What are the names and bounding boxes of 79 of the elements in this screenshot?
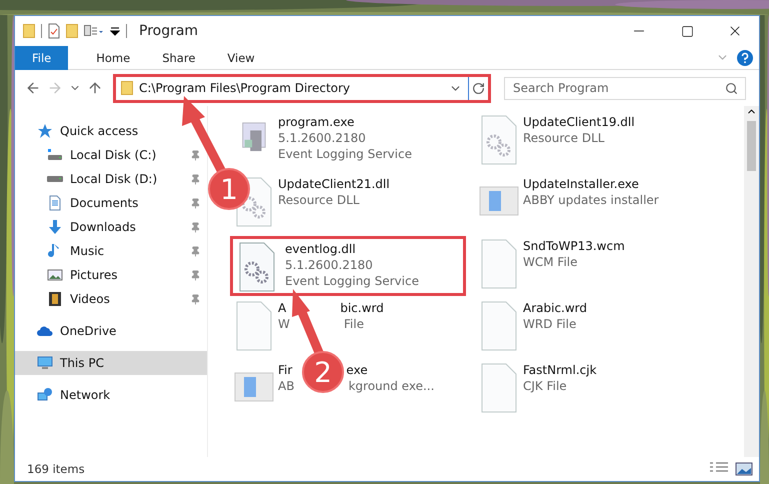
file-detail: Event Logging Service bbox=[278, 146, 412, 162]
address-path: C:\Program Files\Program Directory bbox=[139, 81, 352, 95]
file-detail: Event Logging Service bbox=[285, 273, 419, 289]
file-detail: File bbox=[344, 316, 364, 332]
file-name: SndToWP13.wcm bbox=[523, 238, 625, 254]
drive-icon bbox=[47, 149, 63, 161]
window-title: Program bbox=[139, 23, 198, 39]
folder-icon bbox=[23, 24, 35, 38]
file-name: UpdateClient21.dll bbox=[278, 176, 390, 192]
file-icon bbox=[234, 300, 274, 352]
file-name: program.exe bbox=[278, 114, 356, 130]
file-name: Arabic.wrd bbox=[523, 300, 588, 316]
star-icon bbox=[37, 123, 53, 139]
nav-item[interactable]: Videos bbox=[15, 287, 207, 311]
file-icon bbox=[479, 362, 519, 414]
gears-file-icon bbox=[479, 114, 519, 166]
nav-item[interactable]: Documents bbox=[15, 191, 207, 215]
nav-item[interactable]: Quick access bbox=[15, 119, 144, 143]
thumbnail-view-icon[interactable] bbox=[735, 462, 753, 476]
file-detail: 5.1.2600.2180 bbox=[285, 257, 374, 273]
window-icon bbox=[479, 186, 519, 216]
item-count: 169 items bbox=[27, 462, 85, 476]
file-name: bic.wrd bbox=[340, 300, 384, 316]
file-detail: CJK File bbox=[523, 378, 568, 394]
nav-item[interactable]: Downloads bbox=[15, 215, 207, 239]
file-name: FastNrml.cjk bbox=[523, 362, 597, 378]
scrollbar[interactable] bbox=[744, 106, 759, 457]
scrollbar-thumb[interactable] bbox=[747, 121, 756, 171]
help-icon[interactable] bbox=[737, 50, 753, 66]
file-tab[interactable]: File bbox=[15, 46, 68, 70]
nav-item[interactable]: Pictures bbox=[15, 263, 207, 287]
file-detail: WCM File bbox=[523, 254, 578, 270]
nav-item[interactable]: Local Disk (C:) bbox=[15, 143, 207, 167]
maximize-icon[interactable] bbox=[680, 24, 694, 38]
film-icon bbox=[47, 291, 63, 307]
file-icon bbox=[479, 238, 519, 290]
refresh-icon[interactable] bbox=[472, 82, 485, 94]
file-name: Fir bbox=[278, 362, 292, 378]
file-name: eventlog.dll bbox=[285, 241, 357, 257]
dropdown-icon[interactable] bbox=[110, 26, 120, 36]
nav-item[interactable]: Music bbox=[15, 239, 207, 263]
file-name: UpdateInstaller.exe bbox=[523, 176, 640, 192]
file-detail: 5.1.2600.2180 bbox=[278, 130, 367, 146]
search-icon bbox=[725, 82, 738, 94]
file-detail: kground exe... bbox=[348, 378, 434, 394]
network-icon bbox=[37, 387, 53, 403]
file-name: A bbox=[278, 300, 286, 316]
folder-icon bbox=[121, 81, 133, 95]
monitor-icon bbox=[37, 355, 53, 371]
address-bar[interactable]: C:\Program Files\Program Directory bbox=[113, 74, 491, 102]
gears-file-icon bbox=[237, 241, 277, 293]
download-icon bbox=[47, 219, 63, 235]
document-icon bbox=[47, 195, 63, 211]
file-icon bbox=[479, 300, 519, 352]
nav-item[interactable]: OneDrive bbox=[15, 319, 122, 343]
properties-icon[interactable] bbox=[48, 23, 60, 39]
nav-item[interactable]: This PC bbox=[15, 351, 207, 375]
nav-item[interactable]: Network bbox=[15, 383, 116, 407]
ribbon-tab[interactable]: Share bbox=[148, 46, 210, 70]
details-view-icon[interactable] bbox=[709, 462, 729, 472]
ribbon-tab[interactable]: View bbox=[213, 46, 269, 70]
file-detail: AB bbox=[278, 378, 294, 394]
ribbon-tab[interactable]: Home bbox=[82, 46, 144, 70]
file-name: exe bbox=[346, 362, 368, 378]
picture-icon bbox=[47, 267, 63, 283]
drive-icon bbox=[47, 176, 63, 182]
search-field[interactable]: Search Program bbox=[504, 76, 746, 100]
up-icon[interactable] bbox=[87, 80, 103, 96]
layout-icon[interactable] bbox=[84, 25, 104, 37]
file-detail: W bbox=[278, 316, 290, 332]
window-icon bbox=[234, 372, 274, 402]
file-name: UpdateClient19.dll bbox=[523, 114, 635, 130]
installer-icon bbox=[241, 122, 267, 152]
file-detail: WRD File bbox=[523, 316, 578, 332]
nav-item[interactable]: Local Disk (D:) bbox=[15, 167, 207, 191]
file-detail: Resource DLL bbox=[278, 192, 360, 208]
file-detail: Resource DLL bbox=[523, 130, 606, 146]
file-detail: ABBY updates installer bbox=[523, 192, 659, 208]
back-icon[interactable] bbox=[25, 80, 41, 96]
